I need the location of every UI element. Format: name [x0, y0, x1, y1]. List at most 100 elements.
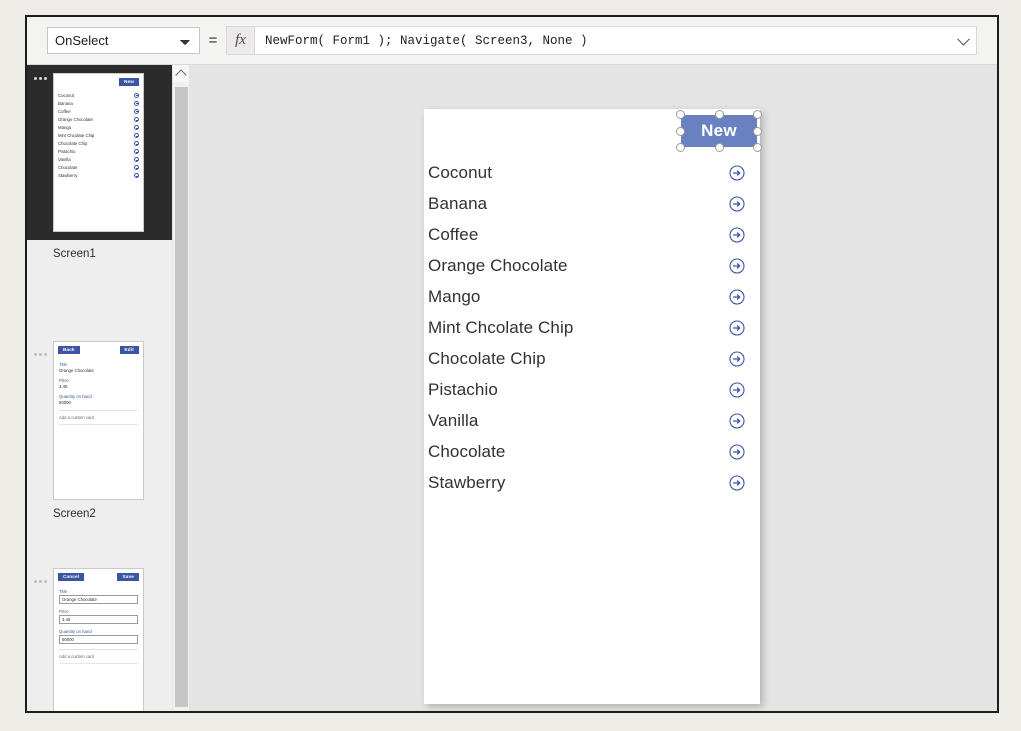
- thumb-field-label: Title: [59, 362, 67, 367]
- gallery-item[interactable]: Stawberry: [424, 467, 760, 498]
- thumb-list-item: Mango: [58, 123, 139, 131]
- thumb-item-label: Chocolate Chip: [58, 141, 88, 147]
- scrollbar-thumb[interactable]: [175, 87, 188, 707]
- circle-arrow-right-icon[interactable]: [729, 257, 745, 274]
- thumb-field-value: 3.45: [59, 384, 68, 389]
- circle-arrow-right-icon: [134, 100, 139, 106]
- thumb-list-item: Pistachio: [58, 148, 139, 156]
- property-select[interactable]: OnSelectTextFillVisibleWidthHeightXY: [47, 27, 200, 54]
- thumb-field-label: Quantity on hand: [59, 394, 92, 399]
- screen-thumbnail[interactable]: Cancel Save Title Orange Chocolate Price…: [53, 568, 144, 711]
- resize-handle-w[interactable]: [676, 126, 685, 136]
- thumb-field-label: Quantity on hand: [59, 629, 92, 634]
- gallery-item[interactable]: Mango: [424, 281, 760, 312]
- thumb-divider: [59, 663, 138, 664]
- circle-arrow-right-icon[interactable]: [729, 319, 745, 336]
- thumb-list-item: Vanilla: [58, 156, 139, 164]
- gallery-item-label: Mango: [428, 286, 481, 306]
- circle-arrow-right-icon[interactable]: [729, 226, 745, 243]
- circle-arrow-right-icon[interactable]: [729, 350, 745, 367]
- resize-handle-e[interactable]: [753, 126, 762, 136]
- gallery-item[interactable]: Orange Chocolate: [424, 250, 760, 281]
- thumb-item-label: Vanilla: [58, 157, 71, 163]
- gallery-list: Coconut Banana Coffee Orange Chocolate Mango…: [424, 157, 760, 498]
- circle-arrow-right-icon: [134, 124, 139, 130]
- ellipsis-icon[interactable]: [27, 65, 53, 80]
- gallery-item[interactable]: Pistachio: [424, 374, 760, 405]
- thumb-wrap: New Coconut Banana Coffee Orange Chocola…: [27, 65, 172, 240]
- canvas-area: New Coconut Banana Coffee Orange Chocolate M…: [189, 65, 997, 711]
- gallery-item[interactable]: Chocolate: [424, 436, 760, 467]
- gallery-item[interactable]: Mint Chcolate Chip: [424, 312, 760, 343]
- thumb-list-item: Coffee: [58, 107, 139, 115]
- gallery-item[interactable]: Coconut: [424, 157, 760, 188]
- circle-arrow-right-icon[interactable]: [729, 288, 745, 305]
- gallery-item[interactable]: Coffee: [424, 219, 760, 250]
- screen-entry-screen2[interactable]: Back Edit Title Orange Chocolate Price 3…: [27, 341, 172, 520]
- fx-icon[interactable]: fx: [226, 26, 254, 55]
- formula-input[interactable]: [263, 27, 976, 54]
- circle-arrow-right-icon[interactable]: [729, 412, 745, 429]
- workspace: New Coconut Banana Coffee Orange Chocola…: [27, 65, 997, 711]
- thumb-header: New: [54, 74, 143, 89]
- screen-thumbnail[interactable]: Back Edit Title Orange Chocolate Price 3…: [53, 341, 144, 500]
- gallery-item[interactable]: Banana: [424, 188, 760, 219]
- ellipsis-icon[interactable]: [27, 568, 53, 583]
- resize-handle-ne[interactable]: [753, 110, 762, 119]
- screen-entry-screen3[interactable]: Cancel Save Title Orange Chocolate Price…: [27, 568, 172, 711]
- screens-panel: New Coconut Banana Coffee Orange Chocola…: [27, 65, 172, 711]
- app-canvas[interactable]: New Coconut Banana Coffee Orange Chocolate M…: [424, 109, 762, 704]
- circle-arrow-right-icon: [134, 165, 139, 171]
- thumb-form: Title Orange Chocolate Price 3.45 Quanti…: [54, 584, 143, 664]
- circle-arrow-right-icon: [134, 133, 139, 139]
- circle-arrow-right-icon: [134, 141, 139, 147]
- thumb-wrap: Cancel Save Title Orange Chocolate Price…: [27, 568, 172, 711]
- circle-arrow-right-icon: [134, 116, 139, 122]
- app-window: OnSelectTextFillVisibleWidthHeightXY = f…: [25, 15, 999, 713]
- thumb-list-item: Orange Chocolate: [58, 115, 139, 123]
- circle-arrow-right-icon: [134, 92, 139, 98]
- resize-handle-s[interactable]: [714, 143, 724, 152]
- gallery-item[interactable]: Vanilla: [424, 405, 760, 436]
- circle-arrow-right-icon: [134, 108, 139, 114]
- new-button-selection[interactable]: New: [676, 110, 762, 152]
- screens-panel-scrollbar[interactable]: [172, 65, 189, 711]
- thumb-field-value: Orange Chocolate: [59, 368, 94, 373]
- thumb-wrap: Back Edit Title Orange Chocolate Price 3…: [27, 341, 172, 500]
- screen-label: Screen2: [53, 508, 96, 520]
- screen-entry-screen1[interactable]: New Coconut Banana Coffee Orange Chocola…: [27, 65, 172, 260]
- thumb-field-label: Price: [59, 378, 69, 383]
- thumb-list-item: Mint Chcolate Chip: [58, 131, 139, 139]
- resize-handle-n[interactable]: [714, 110, 724, 119]
- ellipsis-icon[interactable]: [27, 341, 53, 356]
- circle-arrow-right-icon[interactable]: [729, 474, 745, 491]
- chevron-up-icon[interactable]: [173, 65, 189, 82]
- thumb-edit-button: Edit: [119, 345, 139, 355]
- thumb-item-label: Chocolate: [58, 165, 78, 171]
- thumb-item-label: Coconut: [58, 92, 75, 98]
- gallery-item-label: Stawberry: [428, 472, 506, 492]
- screen-thumbnail[interactable]: New Coconut Banana Coffee Orange Chocola…: [53, 73, 144, 232]
- thumb-item-label: Stawberry: [58, 173, 78, 179]
- thumb-list-item: Banana: [58, 99, 139, 107]
- gallery-item[interactable]: Chocolate Chip: [424, 343, 760, 374]
- circle-arrow-right-icon[interactable]: [729, 164, 745, 181]
- gallery-item-label: Coconut: [428, 162, 493, 182]
- thumb-header: Back Edit: [54, 342, 143, 357]
- gallery-item-label: Chocolate Chip: [428, 348, 546, 368]
- thumb-item-label: Banana: [58, 100, 73, 106]
- thumb-gallery: Coconut Banana Coffee Orange Chocolate M…: [54, 89, 143, 182]
- circle-arrow-right-icon[interactable]: [729, 443, 745, 460]
- thumb-list-item: Coconut: [58, 91, 139, 99]
- circle-arrow-right-icon: [134, 149, 139, 155]
- resize-handle-se[interactable]: [753, 143, 762, 152]
- screen-label: Screen1: [53, 248, 96, 260]
- resize-handle-nw[interactable]: [676, 110, 685, 119]
- circle-arrow-right-icon[interactable]: [729, 381, 745, 398]
- gallery-item-label: Chocolate: [428, 441, 506, 461]
- formula-bar: OnSelectTextFillVisibleWidthHeightXY = f…: [27, 17, 997, 65]
- resize-handle-sw[interactable]: [676, 143, 685, 152]
- thumb-new-button: New: [118, 77, 139, 87]
- circle-arrow-right-icon[interactable]: [729, 195, 745, 212]
- thumb-item-label: Coffee: [58, 108, 71, 114]
